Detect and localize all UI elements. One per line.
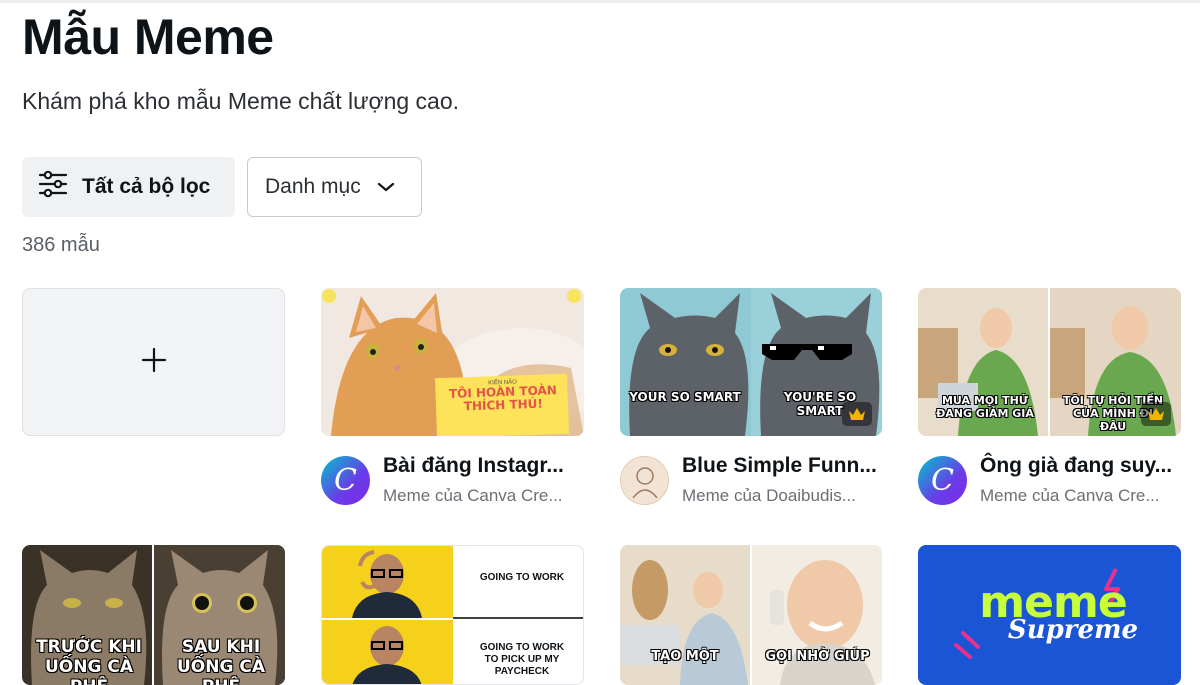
caption-left: YOUR SO SMART [629,390,741,404]
create-blank-card[interactable] [22,288,285,436]
chevron-down-icon [361,175,395,199]
template-author[interactable]: Meme của Canva Cre... [383,486,583,506]
author-avatar-icon [620,456,669,505]
template-info: C Bài đăng Instagr... Meme của Canva Cre… [321,452,583,506]
old-man-photo [620,545,882,685]
caption-left: TRƯỚC KHI UỐNG CÀ PHÊ [36,637,142,685]
caption-right: GỌI NHỜ GIÚP [765,649,870,664]
caption-left: TẠO MỘT [651,649,719,664]
template-author[interactable]: Meme của Doaibudis... [682,486,882,506]
page-title: Mẫu Meme [22,9,274,65]
meme-text-top: GOING TO WORK [479,572,565,583]
all-filters-button[interactable]: Tất cả bộ lọc [22,157,235,217]
template-info: Blue Simple Funn... Meme của Doaibudis..… [620,452,882,506]
all-filters-label: Tất cả bộ lọc [82,175,211,198]
plus-icon [140,346,168,379]
template-count: 386 mẫu [22,234,100,256]
template-thumbnail[interactable]: MUA MỌI THỨ ĐANG GIẢM GIÁ TÔI TỰ HỎI TIỀ… [918,288,1181,436]
template-author[interactable]: Meme của Canva Cre... [980,486,1180,506]
template-thumbnail[interactable]: GOING TO WORK GOING TO WORK TO PICK UP M… [321,545,584,685]
template-name[interactable]: Blue Simple Funn... [682,452,882,480]
template-name[interactable]: Bài đăng Instagr... [383,452,583,480]
overlay-note: KIẾN NĂO TÔI HOÀN TOÀN THÍCH THÚ! [438,378,567,414]
sliders-icon [38,170,82,204]
canva-avatar-icon: C [321,456,370,505]
crown-icon [842,402,872,426]
template-info: C Ông già đang suy... Meme của Canva Cre… [918,452,1180,506]
category-dropdown[interactable]: Danh mục [247,157,422,217]
crown-icon [1141,402,1171,426]
template-thumbnail[interactable]: TRƯỚC KHI UỐNG CÀ PHÊ SAU KHI UỐNG CÀ PH… [22,545,285,685]
template-thumbnail[interactable]: KIẾN NĂO TÔI HOÀN TOÀN THÍCH THÚ! [321,288,584,436]
category-label: Danh mục [265,175,361,198]
canva-avatar-icon: C [918,456,967,505]
cat-photo [321,288,584,436]
page-subtitle: Khám phá kho mẫu Meme chất lượng cao. [22,88,460,114]
caption-left: MUA MỌI THỨ ĐANG GIẢM GIÁ [936,394,1034,420]
top-border [0,0,1200,3]
caption-right: SAU KHI UỐNG CÀ PHÊ [177,637,265,685]
template-name[interactable]: Ông già đang suy... [980,452,1180,480]
meme-text-bottom: GOING TO WORK TO PICK UP MY PAYCHECK [479,642,565,677]
template-thumbnail[interactable]: TẠO MỘT GỌI NHỜ GIÚP [620,545,882,685]
template-thumbnail[interactable]: YOUR SO SMART YOU'RE SO SMART [620,288,882,436]
supreme-logo-line2: Supreme [1007,615,1139,645]
template-thumbnail[interactable]: meme Supreme [918,545,1181,685]
overlay-title: TÔI HOÀN TOÀN THÍCH THÚ! [448,383,557,414]
